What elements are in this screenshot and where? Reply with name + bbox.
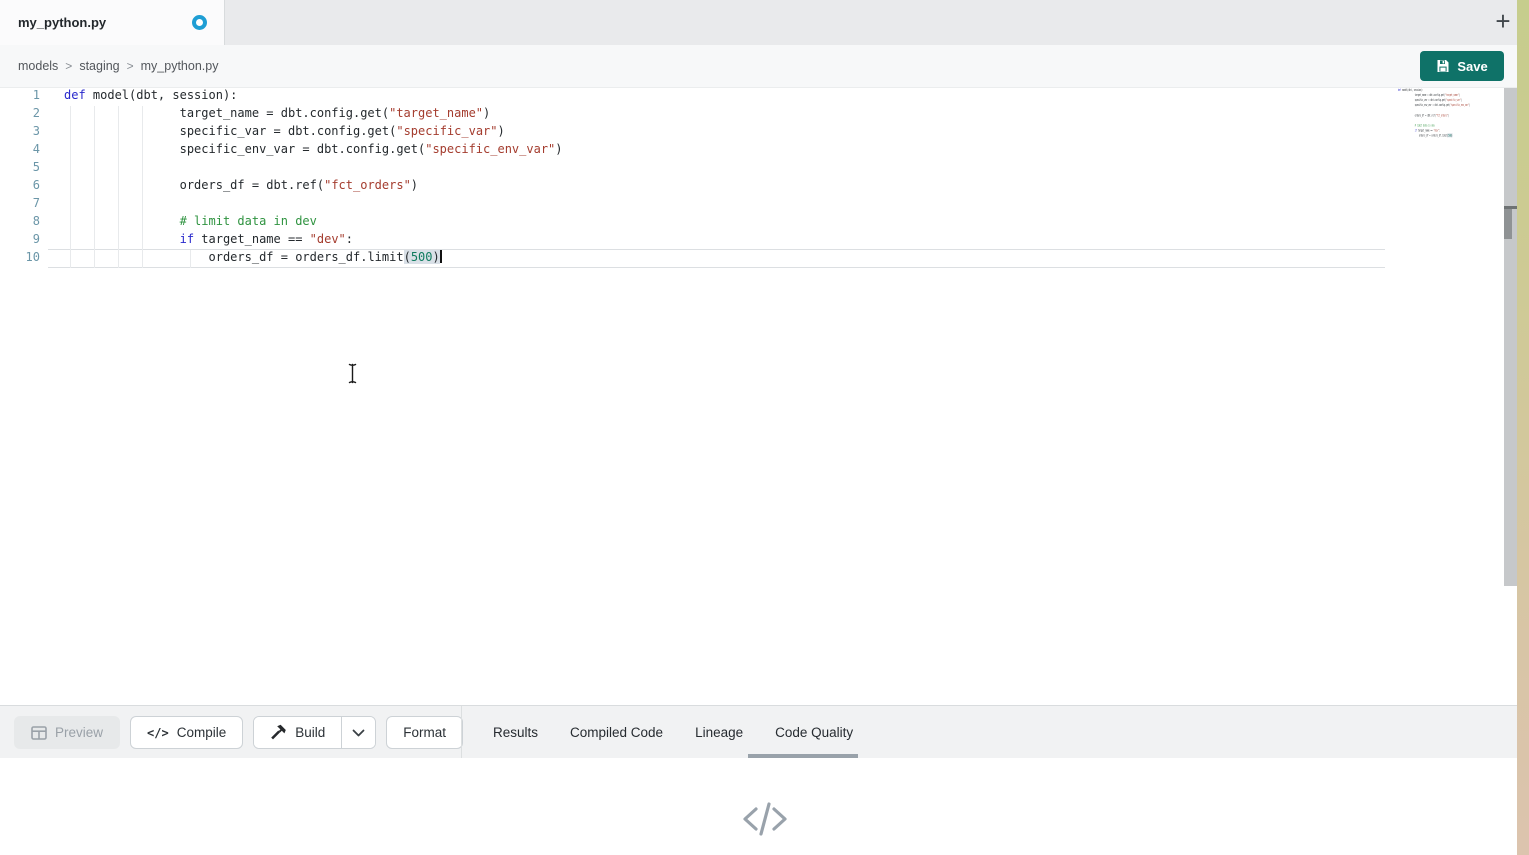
tab-results[interactable]: Results	[492, 725, 539, 740]
preview-button[interactable]: Preview	[14, 716, 120, 749]
code-line[interactable]: orders_df = dbt.ref("fct_orders")	[64, 178, 563, 196]
code-line[interactable]: specific_var = dbt.config.get("specific_…	[64, 124, 563, 142]
action-button-group: Preview </> Compile Build	[14, 716, 463, 749]
table-icon	[31, 726, 47, 740]
format-button-label: Format	[403, 725, 446, 740]
line-number: 2	[0, 106, 40, 124]
code-line[interactable]	[64, 196, 563, 214]
compile-button[interactable]: </> Compile	[130, 716, 243, 749]
desktop-background-edge	[1517, 0, 1529, 855]
save-button[interactable]: Save	[1420, 51, 1504, 81]
save-floppy-icon	[1436, 59, 1450, 73]
toolbar-divider	[461, 706, 462, 758]
breadcrumb-item-staging: staging	[79, 59, 119, 73]
code-line[interactable]: # limit data in dev	[64, 214, 563, 232]
code-slash-icon	[742, 798, 788, 840]
line-number-gutter: 12345678910	[0, 88, 40, 268]
code-line[interactable]: specific_env_var = dbt.config.get("speci…	[64, 142, 563, 160]
code-line[interactable]: if target_name == "dev":	[64, 232, 563, 250]
preview-button-label: Preview	[55, 725, 103, 740]
dbt-ide-window: my_python.py + models > staging > my_python.…	[0, 0, 1529, 855]
new-tab-button[interactable]: +	[1486, 0, 1520, 45]
bottom-toolbar: Preview </> Compile Build	[0, 705, 1529, 758]
hammer-icon	[270, 724, 287, 741]
line-number: 10	[0, 250, 40, 268]
code-quality-panel	[0, 758, 1529, 855]
line-number: 4	[0, 142, 40, 160]
text-caret	[440, 250, 442, 263]
tab-my-python-py[interactable]: my_python.py	[0, 0, 225, 45]
save-button-label: Save	[1457, 59, 1487, 74]
line-number: 7	[0, 196, 40, 214]
breadcrumb-bar: models > staging > my_python.py Save	[0, 45, 1529, 88]
line-number: 3	[0, 124, 40, 142]
minimap: def model(dbt, session): target_name = d…	[1398, 88, 1508, 148]
compile-button-label: Compile	[177, 725, 227, 740]
breadcrumb-separator-icon: >	[65, 59, 72, 73]
breadcrumb: models > staging > my_python.py	[18, 45, 218, 87]
line-number: 6	[0, 178, 40, 196]
vertical-scrollbar-thumb[interactable]	[1504, 209, 1512, 239]
line-number: 8	[0, 214, 40, 232]
breadcrumb-item-models: models	[18, 59, 58, 73]
breadcrumb-separator-icon: >	[127, 59, 134, 73]
build-button-label: Build	[295, 725, 325, 740]
vertical-scrollbar-track[interactable]	[1504, 88, 1517, 586]
editor-tab-bar: my_python.py +	[0, 0, 1529, 45]
tab-compiled-code[interactable]: Compiled Code	[569, 725, 664, 740]
code-editor[interactable]: 12345678910 def model(dbt, session): tar…	[0, 88, 1529, 705]
code-line[interactable]: orders_df = orders_df.limit(500)	[64, 250, 563, 268]
line-number: 9	[0, 232, 40, 250]
code-line[interactable]: def model(dbt, session):	[64, 88, 563, 106]
tab-title: my_python.py	[18, 0, 106, 45]
unsaved-changes-indicator	[192, 15, 207, 30]
code-line[interactable]: target_name = dbt.config.get("target_nam…	[64, 106, 563, 124]
tab-lineage[interactable]: Lineage	[694, 725, 744, 740]
chevron-down-icon	[352, 729, 365, 737]
format-button[interactable]: Format	[386, 716, 463, 749]
line-number: 1	[0, 88, 40, 106]
build-button[interactable]: Build	[254, 717, 341, 748]
code-lines: def model(dbt, session): target_name = d…	[64, 88, 563, 268]
build-options-dropdown-button[interactable]	[341, 717, 375, 748]
breadcrumb-item-file: my_python.py	[141, 59, 219, 73]
build-split-button: Build	[253, 716, 376, 749]
minimap-content: def model(dbt, session): target_name = d…	[1398, 88, 1414, 138]
tab-code-quality[interactable]: Code Quality	[774, 725, 854, 740]
result-panel-tabs: Results Compiled Code Lineage Code Quali…	[492, 706, 854, 758]
code-line[interactable]	[64, 160, 563, 178]
text-cursor-pointer-icon	[346, 363, 359, 384]
line-number: 5	[0, 160, 40, 178]
code-icon: </>	[147, 726, 169, 740]
